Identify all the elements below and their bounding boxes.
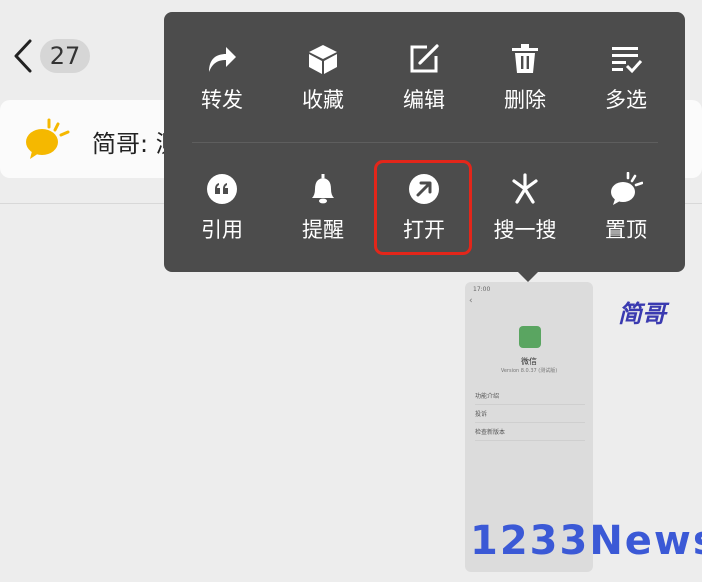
menu-item-forward[interactable]: 转发 <box>172 42 272 132</box>
trash-icon <box>512 44 538 73</box>
menu-separator <box>192 142 658 143</box>
thumbnail-row: 投诉 <box>475 408 585 423</box>
favorite-cube-icon <box>309 45 337 74</box>
thumbnail-row: 检查新版本 <box>475 426 585 441</box>
edit-icon <box>410 44 439 73</box>
multi-select-icon <box>612 47 643 74</box>
search-sparkle-icon <box>512 173 538 204</box>
forward-icon <box>209 47 236 72</box>
menu-item-label: 编辑 <box>403 88 445 112</box>
menu-item-label: 提醒 <box>302 218 344 242</box>
wechat-logo-icon <box>519 326 541 348</box>
menu-item-multi-select[interactable]: 多选 <box>576 42 676 132</box>
unread-count-badge[interactable]: 27 <box>40 39 90 73</box>
menu-item-favorite[interactable]: 收藏 <box>273 42 373 132</box>
pin-top-icon <box>611 172 643 205</box>
menu-item-quote[interactable]: 引用 <box>172 172 272 262</box>
context-menu-pointer <box>518 272 538 282</box>
pinned-bubble-icon <box>26 118 70 159</box>
menu-item-label: 置顶 <box>605 218 647 242</box>
thumbnail-version: Version 8.0.37 (测试版) <box>500 368 558 374</box>
thumbnail-app-name: 微信 <box>521 357 537 366</box>
site-watermark: 1233News <box>470 518 702 564</box>
back-arrow-icon[interactable] <box>12 38 34 74</box>
menu-item-remind[interactable]: 提醒 <box>273 172 373 262</box>
menu-item-label: 多选 <box>605 88 647 112</box>
menu-item-label: 删除 <box>504 88 546 112</box>
quote-icon <box>207 174 237 204</box>
highlight-box-open <box>374 160 472 255</box>
menu-item-label: 收藏 <box>302 88 344 112</box>
menu-item-label: 搜一搜 <box>493 218 557 242</box>
menu-item-label: 引用 <box>201 218 243 242</box>
menu-item-edit[interactable]: 编辑 <box>374 42 474 132</box>
thumbnail-back-icon: ‹ <box>469 296 473 306</box>
bell-icon <box>312 174 334 204</box>
menu-item-label: 转发 <box>201 88 243 112</box>
menu-item-delete[interactable]: 删除 <box>475 42 575 132</box>
menu-item-pin[interactable]: 置顶 <box>576 172 676 262</box>
thumbnail-row: 功能介绍 <box>475 390 585 405</box>
menu-item-search[interactable]: 搜一搜 <box>475 172 575 262</box>
author-watermark: 简哥 <box>618 300 666 328</box>
thumbnail-status-time: 17:00 <box>473 286 491 293</box>
